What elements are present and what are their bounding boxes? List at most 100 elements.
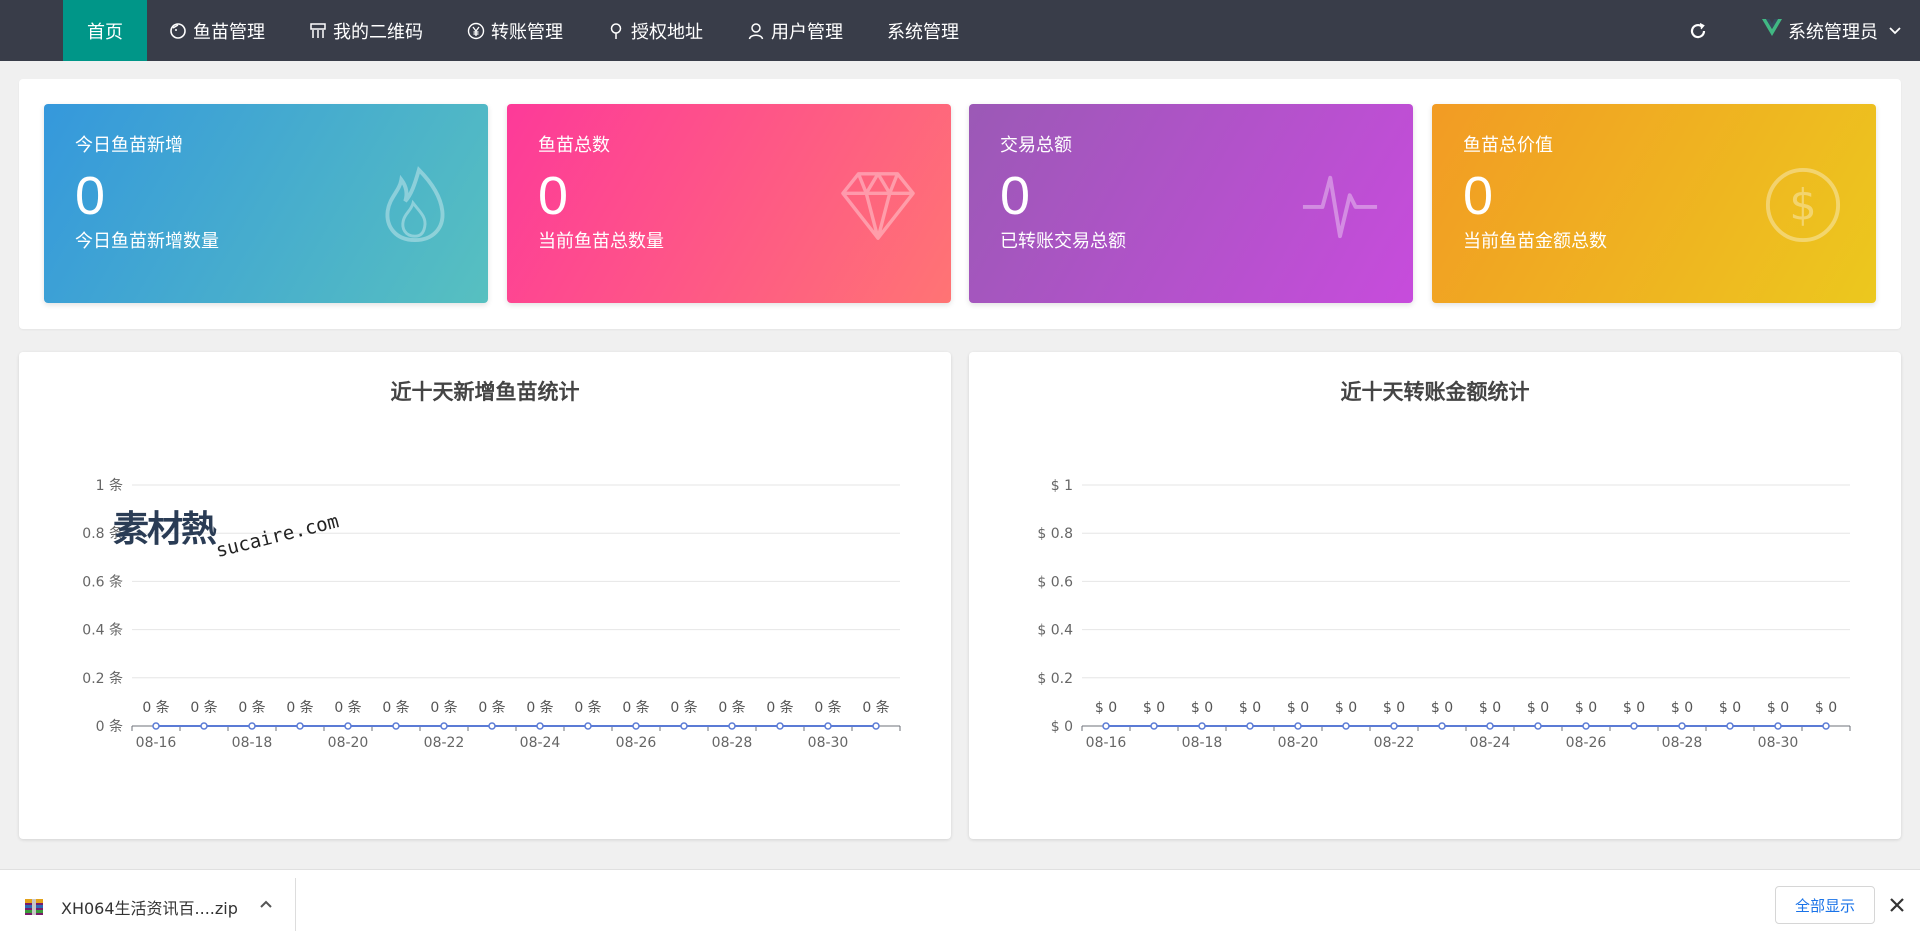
data-point: [536, 722, 544, 730]
user-icon: [747, 22, 765, 40]
y-tick-label: 0 条: [96, 718, 123, 735]
nav-item-label: 首页: [87, 21, 123, 43]
main-nav: 首页 鱼苗管理 我的二维码 转账管理 授权地址 用户管理 系统管理: [63, 0, 981, 61]
fire-icon: [385, 166, 445, 243]
stat-card-total: 鱼苗总数 0 当前鱼苗总数量: [507, 104, 951, 303]
x-tick-label: 08-26: [1566, 735, 1607, 751]
data-point: [680, 722, 688, 730]
data-point: [1438, 722, 1446, 730]
stat-label: 鱼苗总数: [538, 135, 610, 156]
data-point: [1582, 722, 1590, 730]
divider: [295, 878, 296, 931]
data-point: [1102, 722, 1110, 730]
nav-item-users[interactable]: 用户管理: [725, 0, 865, 61]
x-tick-label: 08-18: [1182, 735, 1223, 751]
data-label: 0 条: [814, 699, 841, 716]
data-label: $ 0: [1671, 700, 1693, 716]
y-tick-label: 0.6 条: [82, 573, 123, 590]
data-point: [1678, 722, 1686, 730]
stat-label: 鱼苗总价值: [1463, 135, 1553, 156]
data-point: [1390, 722, 1398, 730]
show-all-button[interactable]: 全部显示: [1775, 886, 1875, 924]
data-label: $ 0: [1575, 700, 1597, 716]
data-label: 0 条: [286, 699, 313, 716]
x-tick-label: 08-24: [520, 735, 561, 751]
data-label: $ 0: [1335, 700, 1357, 716]
chart-card-new-fish: 近十天新增鱼苗统计 0 条 0.2 条 0.4 条 0.6 条 0.8 条1 条 08-1…: [19, 352, 951, 839]
data-label: 0 条: [382, 699, 409, 716]
chart-card-transfer-amount: 近十天转账金额统计 $ 0 $ 0.2 $ 0.4 $ 0.6 $ 0.8 $ 1 08-1…: [969, 352, 1901, 839]
x-tick-label: 08-24: [1470, 735, 1511, 751]
x-tick-label: 08-20: [1278, 735, 1319, 751]
download-item[interactable]: XH064生活资讯百....zip: [24, 895, 238, 919]
data-point: [488, 722, 496, 730]
nav-item-qrcode[interactable]: 我的二维码: [287, 0, 445, 61]
data-label: 0 条: [334, 699, 361, 716]
fish-icon: [169, 22, 187, 40]
data-label: 0 条: [574, 699, 601, 716]
data-point: [776, 722, 784, 730]
data-label: $ 0: [1287, 700, 1309, 716]
nav-item-label: 用户管理: [771, 21, 843, 43]
chevron-down-icon: [1888, 20, 1902, 41]
refresh-icon[interactable]: [1686, 19, 1710, 43]
data-point: [1294, 722, 1302, 730]
data-label: 0 条: [718, 699, 745, 716]
stat-card-today-new: 今日鱼苗新增 0 今日鱼苗新增数量: [44, 104, 488, 303]
nav-item-label: 鱼苗管理: [193, 21, 265, 43]
nav-item-auth-address[interactable]: 授权地址: [585, 0, 725, 61]
vue-logo-icon: [1762, 19, 1782, 42]
stat-card-transactions: 交易总额 0 已转账交易总额: [969, 104, 1413, 303]
watermark: 素材熱 sucaire.com: [113, 500, 345, 562]
data-label: $ 0: [1479, 700, 1501, 716]
x-tick-label: 08-22: [1374, 735, 1415, 751]
close-icon[interactable]: [1886, 894, 1908, 916]
data-point: [200, 722, 208, 730]
pulse-icon: [1302, 175, 1378, 239]
topbar-right: 系统管理员: [1686, 0, 1920, 61]
data-point: [1822, 722, 1830, 730]
user-menu[interactable]: 系统管理员: [1762, 18, 1902, 44]
data-point: [1534, 722, 1542, 730]
nav-item-system[interactable]: 系统管理: [865, 0, 981, 61]
x-tick-label: 08-28: [1662, 735, 1703, 751]
data-label: $ 0: [1143, 700, 1165, 716]
chart-transfer-amount: $ 0 $ 0.2 $ 0.4 $ 0.6 $ 0.8 $ 1 08-16 08-18 08-2…: [1037, 478, 1851, 751]
data-label: $ 0: [1623, 700, 1645, 716]
nav-item-label: 转账管理: [491, 21, 563, 43]
svg-text:$: $: [1789, 181, 1816, 231]
y-tick-label: $ 0.6: [1037, 574, 1073, 590]
nav-item-label: 我的二维码: [333, 21, 423, 43]
nav-item-label: 授权地址: [631, 21, 703, 43]
top-navbar: 首页 鱼苗管理 我的二维码 转账管理 授权地址 用户管理 系统管理 系统管理员: [0, 0, 1920, 61]
data-label: $ 0: [1095, 700, 1117, 716]
data-label: $ 0: [1719, 700, 1741, 716]
data-label: 0 条: [862, 699, 889, 716]
yen-circle-icon: [467, 22, 485, 40]
y-tick-label: $ 0.4: [1037, 623, 1073, 639]
data-point: [1774, 722, 1782, 730]
data-label: 0 条: [766, 699, 793, 716]
nav-item-transfer[interactable]: 转账管理: [445, 0, 585, 61]
chevron-up-icon[interactable]: [256, 894, 276, 914]
x-tick-label: 08-16: [136, 735, 177, 751]
data-point: [632, 722, 640, 730]
data-point: [1486, 722, 1494, 730]
data-label: 0 条: [142, 699, 169, 716]
nav-item-home[interactable]: 首页: [63, 0, 147, 61]
y-tick-label: $ 0: [1051, 719, 1073, 735]
y-tick-label: $ 1: [1051, 478, 1073, 494]
chart-new-fish: 0 条0.2 条0.4 条0.6 条0.8 条1 条08-16 08-18 08-2…: [82, 477, 901, 751]
dollar-circle-icon: $: [1765, 167, 1841, 243]
x-tick-label: 08-30: [1758, 735, 1799, 751]
data-label: 0 条: [526, 699, 553, 716]
x-tick-label: 08-26: [616, 735, 657, 751]
x-tick-label: 08-20: [328, 735, 369, 751]
data-point: [1198, 722, 1206, 730]
data-point: [152, 722, 160, 730]
data-label: $ 0: [1239, 700, 1261, 716]
y-tick-label: $ 0.2: [1037, 671, 1073, 687]
data-point: [1342, 722, 1350, 730]
nav-item-fish[interactable]: 鱼苗管理: [147, 0, 287, 61]
y-tick-label: 1 条: [96, 477, 123, 494]
